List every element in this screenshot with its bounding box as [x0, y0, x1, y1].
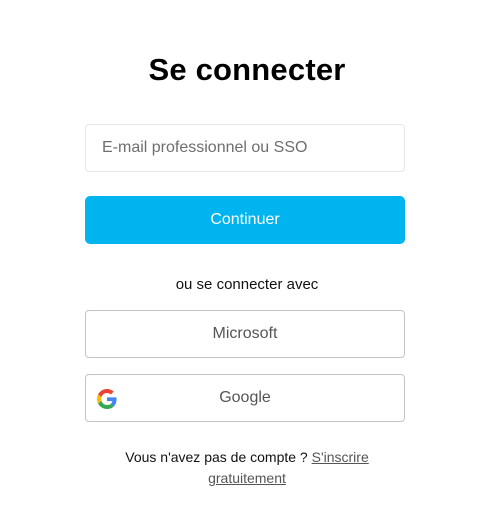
login-page: Se connecter Continuer ou se connecter a…: [0, 0, 494, 522]
signup-prompt: Vous n'avez pas de compte ? S'inscrire g…: [110, 447, 384, 489]
microsoft-button-label: Microsoft: [212, 325, 278, 342]
page-title: Se connecter: [148, 52, 346, 87]
microsoft-signin-button[interactable]: Microsoft: [85, 310, 405, 358]
signup-prompt-text: Vous n'avez pas de compte ?: [125, 449, 312, 465]
continue-button[interactable]: Continuer: [85, 196, 405, 244]
divider-text: ou se connecter avec: [175, 276, 319, 293]
google-button-label: Google: [219, 389, 271, 406]
email-field[interactable]: [85, 124, 405, 172]
google-signin-button[interactable]: Google: [85, 374, 405, 422]
